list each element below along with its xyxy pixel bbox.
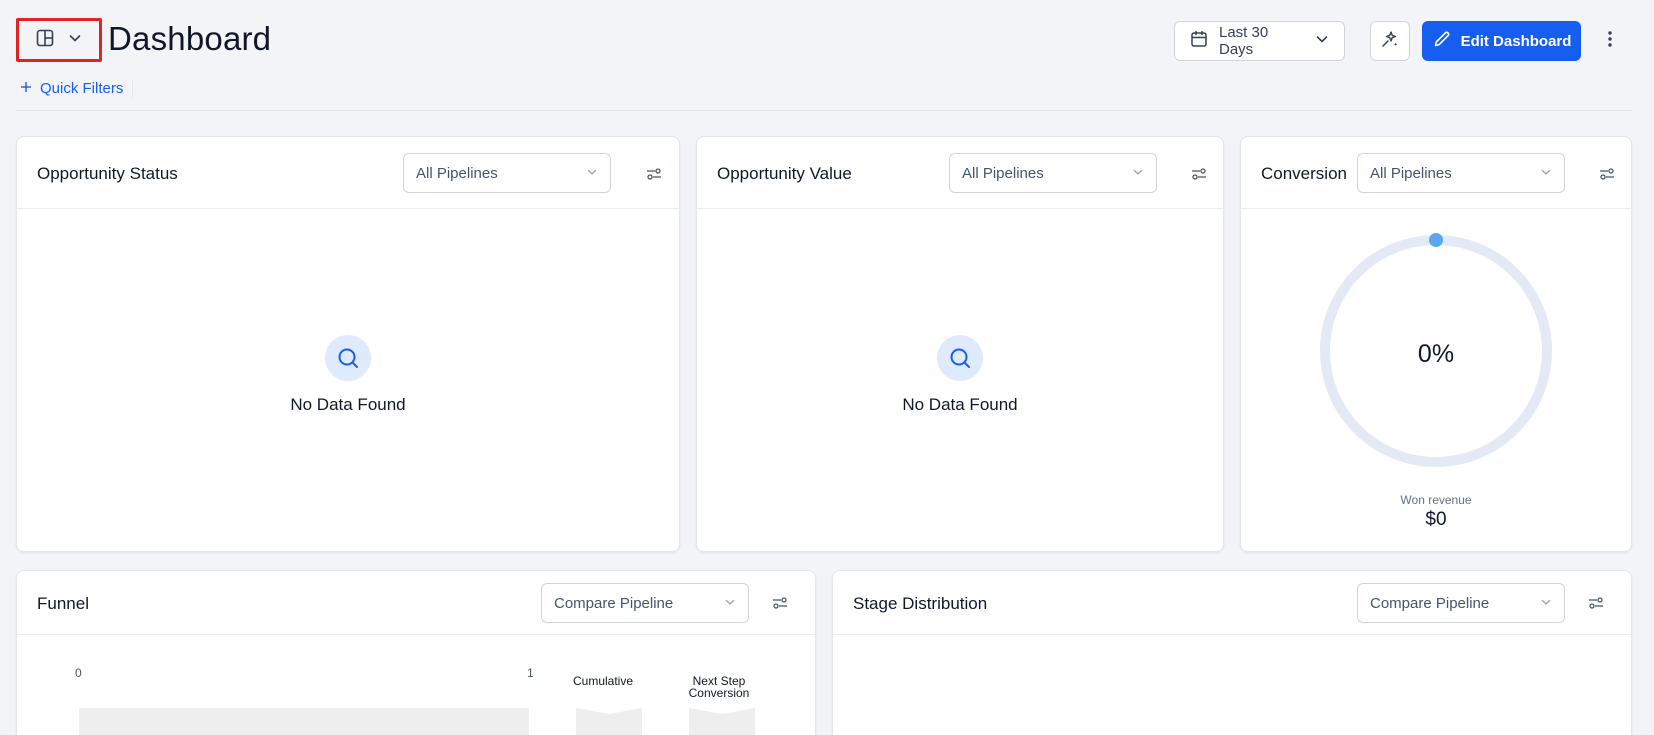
conversion-percent: 0%: [1417, 340, 1455, 368]
filter-settings-icon[interactable]: [1188, 163, 1210, 185]
compare-pipeline-select[interactable]: Compare Pipeline: [1357, 583, 1565, 623]
cumulative-column-label: Cumulative: [572, 674, 634, 688]
filter-settings-icon[interactable]: [1585, 592, 1607, 614]
kebab-icon: [1607, 30, 1613, 53]
empty-state-text: No Data Found: [290, 395, 406, 414]
opportunity-value-card: Opportunity Value All Pipelines No Data …: [696, 136, 1224, 552]
conversion-chevron-shape: [689, 708, 755, 735]
card-header: Stage Distribution Compare Pipeline: [833, 571, 1631, 635]
pencil-icon: [1432, 29, 1452, 53]
chevron-down-icon: [1314, 31, 1330, 51]
quick-filters-button[interactable]: Quick Filters: [20, 80, 123, 97]
won-revenue-value: $0: [1425, 509, 1447, 530]
card-title: Opportunity Status: [37, 164, 178, 183]
sparkle-icon: [1380, 29, 1400, 54]
filter-settings-icon[interactable]: [1596, 163, 1618, 185]
select-value: All Pipelines: [1370, 164, 1452, 182]
page-title: Dashboard: [108, 20, 272, 57]
funnel-bar-background: [79, 708, 529, 735]
layout-icon: [35, 28, 55, 53]
divider: [132, 81, 133, 99]
card-header: Conversion All Pipelines: [1241, 137, 1631, 209]
pipeline-select[interactable]: All Pipelines: [949, 153, 1157, 193]
opportunity-status-card: Opportunity Status All Pipelines No Data…: [16, 136, 680, 552]
card-title: Opportunity Value: [717, 164, 852, 183]
card-title: Funnel: [37, 594, 89, 613]
card-header: Opportunity Value All Pipelines: [697, 137, 1223, 209]
filter-settings-icon[interactable]: [769, 592, 791, 614]
card-header: Opportunity Status All Pipelines: [17, 137, 679, 209]
conversion-card: Conversion All Pipelines 0% Won revenue …: [1240, 136, 1632, 552]
filter-settings-icon[interactable]: [643, 163, 665, 185]
select-value: All Pipelines: [962, 164, 1044, 182]
chevron-down-icon: [1540, 595, 1552, 612]
chevron-down-icon: [586, 165, 598, 182]
chevron-down-icon: [67, 30, 83, 51]
empty-state: No Data Found: [697, 335, 1223, 415]
edit-dashboard-label: Edit Dashboard: [1460, 32, 1572, 50]
select-value: Compare Pipeline: [554, 594, 674, 612]
next-step-conversion-label: Next Step Conversion: [673, 675, 765, 699]
stage-distribution-card: Stage Distribution Compare Pipeline: [832, 570, 1632, 735]
select-value: Compare Pipeline: [1370, 594, 1490, 612]
ai-magic-button[interactable]: [1370, 21, 1410, 61]
select-value: All Pipelines: [416, 164, 498, 182]
chevron-down-icon: [724, 595, 736, 612]
search-icon: [325, 335, 371, 381]
divider: [16, 110, 1632, 111]
empty-state-text: No Data Found: [902, 395, 1018, 414]
card-title: Conversion: [1261, 164, 1347, 183]
more-options-button[interactable]: [1600, 24, 1620, 58]
axis-max-label: 1: [527, 666, 534, 680]
pipeline-select[interactable]: All Pipelines: [1357, 153, 1565, 193]
chevron-down-icon: [1540, 165, 1552, 182]
empty-state: No Data Found: [17, 335, 679, 415]
card-header: Funnel Compare Pipeline: [17, 571, 815, 635]
calendar-icon: [1189, 29, 1209, 53]
funnel-card: Funnel Compare Pipeline 0 1 Cumulative N…: [16, 570, 816, 735]
gauge-indicator-dot: [1429, 233, 1443, 247]
date-range-button[interactable]: Last 30 Days: [1174, 21, 1345, 61]
search-icon: [937, 335, 983, 381]
card-title: Stage Distribution: [853, 594, 988, 613]
cumulative-chevron-shape: [576, 708, 642, 735]
compare-pipeline-select[interactable]: Compare Pipeline: [541, 583, 749, 623]
quick-filters-label: Quick Filters: [40, 80, 124, 97]
pipeline-select[interactable]: All Pipelines: [403, 153, 611, 193]
edit-dashboard-button[interactable]: Edit Dashboard: [1422, 21, 1581, 61]
won-revenue-label: Won revenue: [1400, 493, 1472, 507]
top-bar: Dashboard Last 30 Days Edit Dashboard: [0, 0, 1654, 82]
layout-switcher-button[interactable]: [16, 18, 102, 62]
plus-icon: [20, 80, 32, 97]
conversion-line: Conversion: [688, 686, 750, 700]
axis-min-label: 0: [75, 666, 82, 680]
date-range-label: Last 30 Days: [1219, 24, 1269, 58]
chevron-down-icon: [1132, 165, 1144, 182]
